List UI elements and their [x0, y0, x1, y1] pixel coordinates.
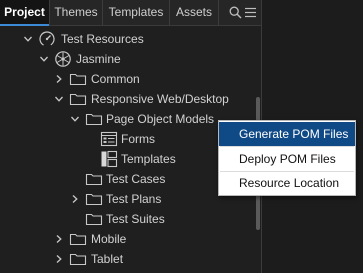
chevron-right-icon[interactable] [54, 74, 64, 84]
tree-item-responsive-web-desktop[interactable]: Responsive Web/Desktop [0, 89, 254, 109]
folder-icon [69, 93, 87, 106]
template-icon [101, 150, 118, 168]
tree-item-label: Test Cases [106, 172, 166, 186]
jasmine-icon [55, 51, 71, 67]
tree-item-label: Jasmine [76, 52, 121, 66]
tree-item-test-cases[interactable]: Test Cases [0, 169, 254, 189]
tab-project[interactable]: Project [0, 0, 50, 26]
tree-item-label: Common [91, 72, 140, 86]
tree-item-mobile[interactable]: Mobile [0, 229, 254, 249]
tree-item-label: Page Object Models [106, 112, 215, 126]
folder-icon [69, 253, 87, 266]
tab-bar: Project Themes Templates Assets [0, 0, 261, 26]
tree-item-templates[interactable]: Templates [0, 149, 254, 169]
folder-icon [85, 173, 103, 186]
folder-icon [85, 113, 103, 126]
tree-item-label: Test Suites [106, 212, 165, 226]
tree-item-tablet[interactable]: Tablet [0, 249, 254, 269]
context-menu: Generate POM Files Deploy POM Files Reso… [218, 120, 356, 196]
chevron-down-icon[interactable] [54, 94, 64, 104]
tab-themes[interactable]: Themes [50, 0, 103, 25]
chevron-right-icon[interactable] [54, 234, 64, 244]
hamburger-menu-icon[interactable] [244, 6, 257, 19]
tab-templates[interactable]: Templates [103, 0, 170, 25]
menu-item-deploy-pom-files[interactable]: Deploy POM Files [219, 147, 355, 171]
gauge-icon [39, 31, 55, 47]
tree-item-forms[interactable]: Forms [0, 129, 254, 149]
menu-item-resource-location[interactable]: Resource Location [219, 171, 355, 195]
chevron-right-icon[interactable] [70, 194, 80, 204]
folder-icon [69, 233, 87, 246]
folder-icon [85, 213, 103, 226]
tree-item-label: Test Plans [106, 192, 162, 206]
chevron-down-icon[interactable] [39, 54, 49, 64]
tree-item-test-resources[interactable]: Test Resources [0, 29, 254, 49]
folder-icon [69, 73, 87, 86]
tree-item-label: Forms [121, 132, 155, 146]
menu-item-generate-pom-files[interactable]: Generate POM Files [219, 122, 355, 146]
tree-item-label: Test Resources [61, 32, 144, 46]
tab-tools [219, 0, 261, 25]
search-icon[interactable] [229, 6, 242, 19]
tab-assets[interactable]: Assets [170, 0, 219, 25]
tree-item-label: Templates [121, 152, 176, 166]
tree-item-test-plans[interactable]: Test Plans [0, 189, 254, 209]
folder-icon [85, 193, 103, 206]
form-icon [100, 131, 118, 147]
tree-item-common[interactable]: Common [0, 69, 254, 89]
tree-item-label: Responsive Web/Desktop [91, 92, 229, 106]
tree-item-label: Mobile [91, 232, 127, 246]
tree-item-test-suites[interactable]: Test Suites [0, 209, 254, 229]
tree-item-label: Tablet [91, 252, 124, 266]
tree-item-jasmine[interactable]: Jasmine [0, 49, 254, 69]
chevron-right-icon[interactable] [54, 254, 64, 264]
chevron-down-icon[interactable] [70, 114, 80, 124]
tree-item-page-object-models[interactable]: Page Object Models [0, 109, 254, 129]
chevron-down-icon[interactable] [23, 34, 33, 44]
